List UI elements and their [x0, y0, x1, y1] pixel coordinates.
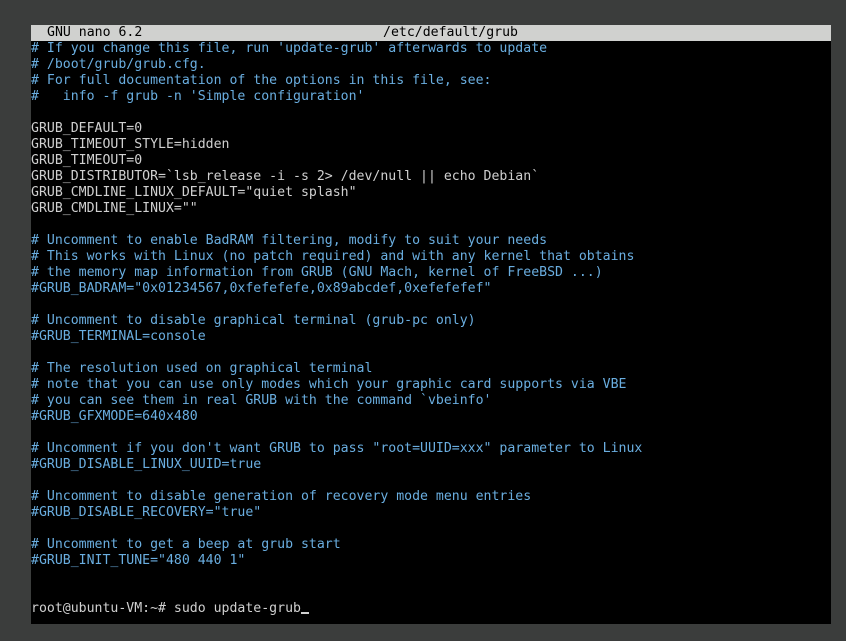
comment-line: #GRUB_BADRAM="0x01234567,0xfefefefe,0x89…: [31, 281, 492, 296]
comment-line: # Uncomment to disable graphical termina…: [31, 313, 476, 328]
comment-line: #GRUB_TERMINAL=console: [31, 329, 206, 344]
config-line: GRUB_TIMEOUT_STYLE=hidden: [31, 137, 230, 152]
comment-line: # This works with Linux (no patch requir…: [31, 249, 635, 264]
file-path: /etc/default/grub: [383, 25, 518, 40]
text-cursor: [300, 612, 309, 614]
nano-titlebar: GNU nano 6.2 /etc/default/grub: [31, 25, 831, 41]
editor-buffer[interactable]: # If you change this file, run 'update-g…: [31, 41, 831, 569]
config-line: GRUB_CMDLINE_LINUX="": [31, 201, 198, 216]
comment-line: # If you change this file, run 'update-g…: [31, 41, 548, 56]
comment-line: #GRUB_DISABLE_RECOVERY="true": [31, 505, 262, 520]
shell-prompt-line[interactable]: root@ubuntu-VM:~# sudo update-grub: [31, 601, 309, 617]
shell-command: root@ubuntu-VM:~# sudo update-grub: [31, 601, 301, 616]
comment-line: #GRUB_INIT_TUNE="480 440 1": [31, 553, 246, 568]
comment-line: # Uncomment if you don't want GRUB to pa…: [31, 441, 643, 456]
comment-line: # you can see them in real GRUB with the…: [31, 393, 492, 408]
comment-line: # Uncomment to enable BadRAM filtering, …: [31, 233, 548, 248]
config-line: GRUB_CMDLINE_LINUX_DEFAULT="quiet splash…: [31, 185, 357, 200]
nano-version: GNU nano 6.2: [47, 25, 143, 40]
config-line: GRUB_DEFAULT=0: [31, 121, 143, 136]
comment-line: #GRUB_GFXMODE=640x480: [31, 409, 198, 424]
comment-line: # Uncomment to get a beep at grub start: [31, 537, 341, 552]
comment-line: # info -f grub -n 'Simple configuration': [31, 89, 365, 104]
comment-line: # Uncomment to disable generation of rec…: [31, 489, 532, 504]
terminal-window[interactable]: GNU nano 6.2 /etc/default/grub # If you …: [31, 25, 831, 624]
comment-line: # For full documentation of the options …: [31, 73, 492, 88]
comment-line: # /boot/grub/grub.cfg.: [31, 57, 206, 72]
comment-line: # the memory map information from GRUB (…: [31, 265, 603, 280]
comment-line: # The resolution used on graphical termi…: [31, 361, 373, 376]
comment-line: # note that you can use only modes which…: [31, 377, 627, 392]
config-line: GRUB_DISTRIBUTOR=`lsb_release -i -s 2> /…: [31, 169, 540, 184]
config-line: GRUB_TIMEOUT=0: [31, 153, 143, 168]
comment-line: #GRUB_DISABLE_LINUX_UUID=true: [31, 457, 262, 472]
